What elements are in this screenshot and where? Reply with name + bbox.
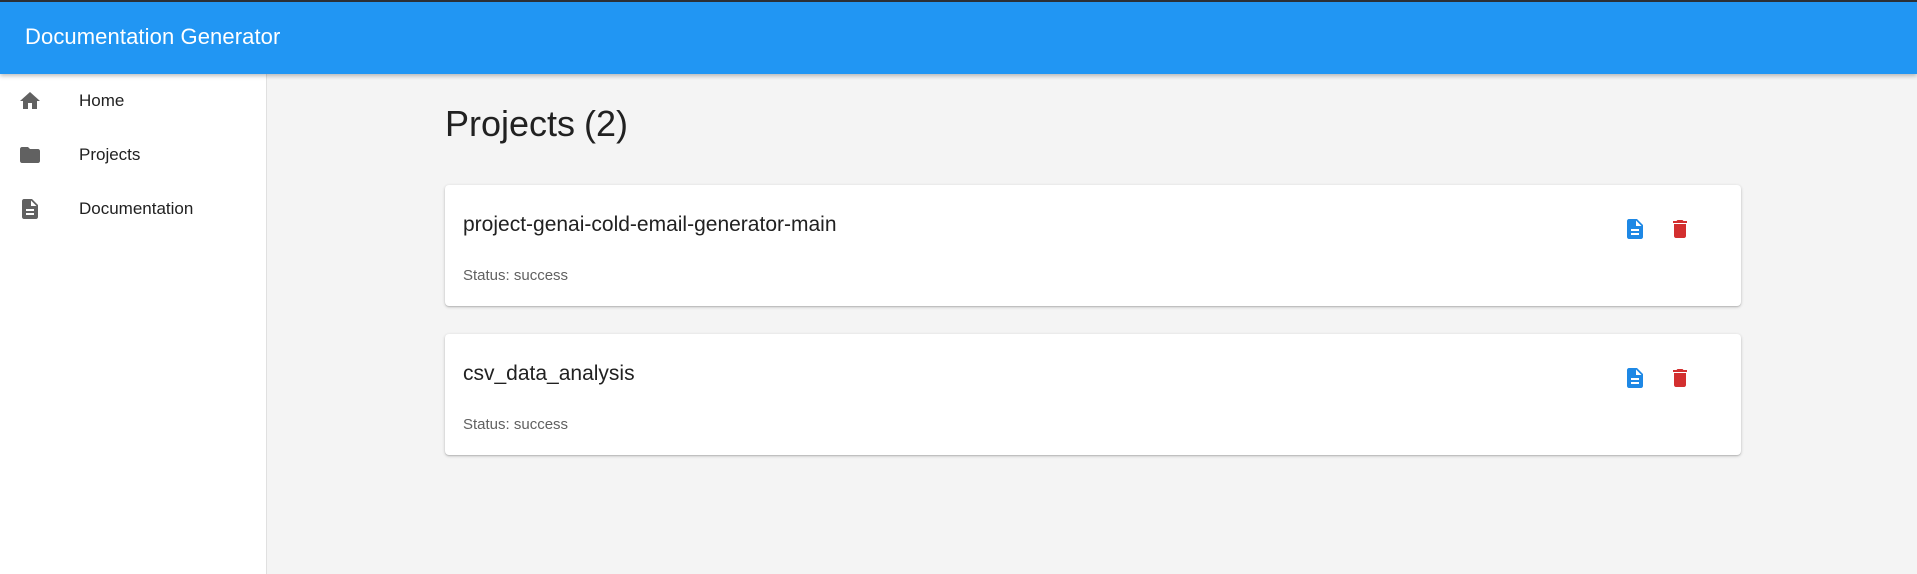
top-edge-strip: [0, 0, 1917, 2]
delete-project-button[interactable]: [1660, 358, 1700, 398]
sidebar-item-home[interactable]: Home: [0, 74, 266, 128]
document-icon: [1627, 219, 1643, 239]
app-title: Documentation Generator: [25, 24, 281, 49]
sidebar-item-documentation[interactable]: Documentation: [0, 182, 266, 236]
project-status: Status: success: [463, 267, 569, 284]
project-card: project-genai-cold-email-generator-main …: [445, 185, 1741, 306]
page-title-text: Projects: [445, 103, 576, 144]
main-content: Projects (2) project-genai-cold-email-gen…: [268, 74, 1917, 574]
page-title: Projects (2): [445, 103, 628, 145]
sidebar-item-label: Home: [79, 91, 125, 110]
trash-icon: [1673, 220, 1687, 238]
view-documentation-button[interactable]: [1615, 209, 1655, 249]
document-icon: [1627, 368, 1643, 388]
project-status: Status: success: [463, 416, 569, 433]
project-name: project-genai-cold-email-generator-main: [463, 213, 837, 236]
view-documentation-button[interactable]: [1615, 358, 1655, 398]
project-count: (2): [584, 103, 629, 144]
sidebar: Home Projects Documentation: [0, 74, 267, 574]
folder-icon: [18, 143, 42, 167]
description-icon: [18, 197, 42, 221]
app-bar: Documentation Generator: [0, 0, 1917, 74]
delete-project-button[interactable]: [1660, 209, 1700, 249]
sidebar-item-label: Documentation: [79, 199, 194, 218]
project-card: csv_data_analysis Status: success: [445, 334, 1741, 455]
sidebar-item-projects[interactable]: Projects: [0, 128, 266, 182]
project-name: csv_data_analysis: [463, 362, 635, 385]
home-icon: [18, 89, 42, 113]
trash-icon: [1673, 369, 1687, 387]
sidebar-item-label: Projects: [79, 145, 141, 164]
